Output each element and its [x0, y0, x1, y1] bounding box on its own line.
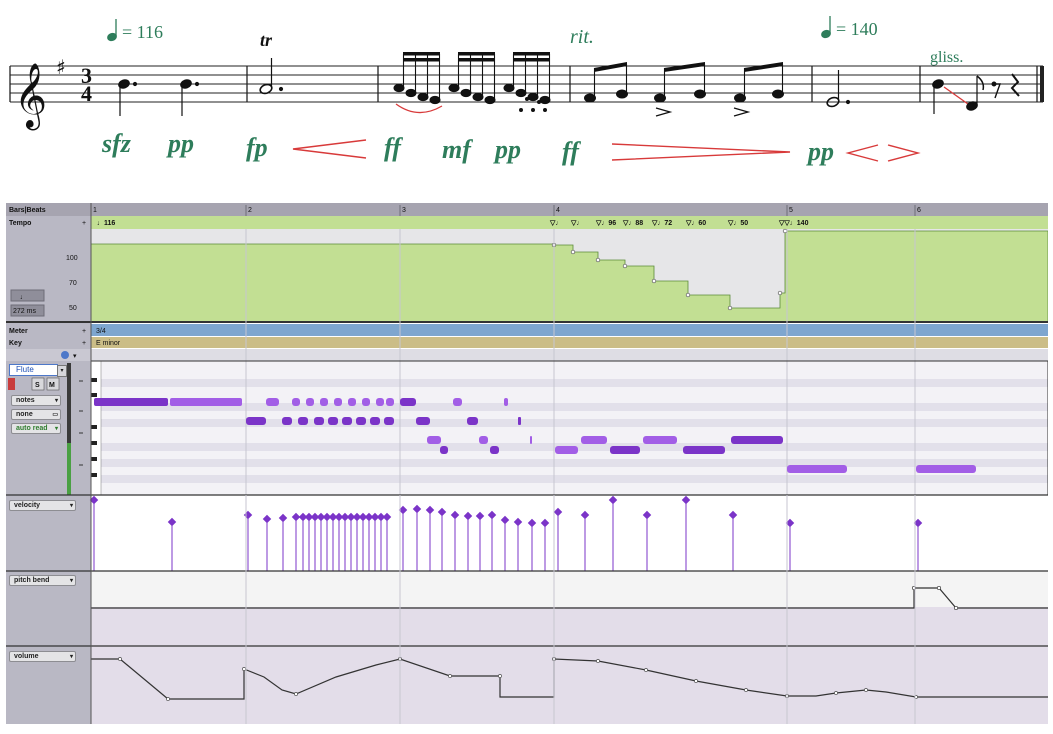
sharp-icon: ♯ — [56, 55, 66, 79]
track-name-field[interactable]: Flute ▾ — [9, 364, 67, 377]
solo-label: S — [35, 382, 40, 389]
crescendo-hairpin-2 — [845, 144, 879, 162]
key-track-label: Key — [9, 340, 22, 347]
add-meter-icon[interactable]: + — [82, 328, 86, 335]
automation-mode-label: auto read — [16, 425, 48, 432]
lane-icon: ▭ — [52, 412, 58, 418]
tempo-event-140[interactable]: ▽▽♩140 — [778, 220, 809, 227]
crescendo-hairpin-1 — [292, 139, 367, 159]
bar-label-3: 3 — [402, 207, 406, 214]
volume-lane-label: volume — [14, 653, 39, 660]
chevron-down-icon: ▾ — [54, 426, 58, 432]
pitch-bend-lane-selector[interactable]: pitch bend ▾ — [9, 575, 76, 586]
tempo-event-116[interactable]: ♩116 — [97, 220, 115, 227]
tempo-axis-50: 50 — [69, 305, 77, 312]
bar-label-6: 6 — [917, 207, 921, 214]
chevron-down-icon: ▾ — [69, 503, 73, 509]
tempo-event-2[interactable]: ▽♩ — [549, 220, 562, 227]
add-key-icon[interactable]: + — [82, 340, 86, 347]
tempo-mark-116: = 116 — [107, 19, 163, 42]
automation-selector-label: none — [16, 411, 33, 418]
chevron-down-icon: ▾ — [69, 654, 73, 660]
measure-2-notes — [259, 58, 284, 95]
bars-beats-ruler[interactable] — [6, 203, 1048, 216]
chevron-down-icon: ▾ — [69, 578, 73, 584]
bar-label-5: 5 — [789, 207, 793, 214]
add-tempo-icon[interactable]: + — [82, 220, 86, 227]
daw-editor: Bars|Beats 1 2 3 4 5 6 Tempo + ♩116 ▽♩ ▽… — [6, 203, 1048, 724]
resolution-label: 272 ms — [13, 308, 36, 315]
menu-chevron-icon[interactable]: ▾ — [73, 353, 77, 360]
ritardando-mark: rit. — [570, 26, 594, 48]
velocity-lane-label: velocity — [14, 502, 41, 509]
meter-value: 3/4 — [96, 328, 106, 335]
tempo-event-88[interactable]: ▽♩88 — [622, 220, 643, 227]
music-score: 𝄞 ♯ 3 4 = 116 = 140 tr rit. gliss. sfz p… — [9, 16, 1044, 166]
chevron-down-icon: ▾ — [57, 365, 67, 377]
note-value-selector-label: ♩ — [20, 294, 27, 301]
tempo-axis-100: 100 — [66, 255, 78, 262]
diminuendo-hairpin — [611, 143, 791, 161]
meter-track[interactable] — [6, 324, 1048, 336]
dynamic-mf: mf — [442, 135, 473, 164]
velocity-lane-selector[interactable]: velocity ▾ — [9, 500, 76, 511]
tempo-mark-140: = 140 — [821, 16, 878, 39]
key-value: E minor — [96, 340, 121, 347]
dynamics: sfz pp fp ff mf pp ff pp — [101, 129, 834, 166]
tempo-event-96[interactable]: ▽♩96 — [595, 220, 616, 227]
ruler-title: Bars|Beats — [9, 207, 46, 214]
glissando-mark: gliss. — [930, 49, 963, 66]
mute-label: M — [49, 382, 55, 389]
trill-mark: tr — [260, 30, 273, 50]
pitch-bend-lane-label: pitch bend — [14, 577, 50, 584]
tempo-event-60[interactable]: ▽♩60 — [685, 220, 706, 227]
time-signature-bottom: 4 — [81, 81, 92, 106]
tempo-event-50[interactable]: ▽♩50 — [727, 220, 748, 227]
dynamic-sfz: sfz — [101, 129, 132, 158]
tempo-graph[interactable] — [90, 230, 1048, 323]
chevron-down-icon: ▾ — [54, 398, 58, 404]
measure-6-notes — [932, 73, 1020, 114]
record-button[interactable] — [8, 378, 15, 390]
tempo-axis-70: 70 — [69, 280, 77, 287]
bar-label-1: 1 — [93, 207, 97, 214]
note-value-selector[interactable] — [10, 289, 45, 302]
tempo-event-72[interactable]: ▽♩72 — [651, 220, 672, 227]
diminuendo-hairpin-2 — [887, 144, 921, 162]
volume-lane-selector[interactable]: volume ▾ — [9, 651, 76, 662]
dynamic-fp: fp — [246, 133, 268, 162]
tempo-140-text: = 140 — [836, 19, 878, 39]
info-icon[interactable] — [61, 351, 69, 359]
measure-3-notes — [393, 52, 551, 114]
dynamic-pp-2: pp — [493, 135, 521, 164]
treble-clef-icon: 𝄞 — [14, 63, 47, 130]
bar-label-2: 2 — [248, 207, 252, 214]
track-name-text: Flute — [16, 365, 34, 374]
automation-selector[interactable]: none ▭ — [11, 409, 61, 420]
measure-4-notes — [584, 62, 784, 117]
tempo-track-label: Tempo — [9, 220, 31, 227]
bar-label-4: 4 — [556, 207, 560, 214]
dynamic-ff-1: ff — [384, 133, 403, 162]
dynamic-pp-1: pp — [166, 129, 194, 158]
view-selector-label: notes — [16, 397, 35, 404]
key-track[interactable] — [6, 337, 1048, 348]
automation-mode-selector[interactable]: auto read ▾ — [11, 423, 61, 434]
tempo-event-3[interactable]: ▽♩ — [570, 220, 583, 227]
meter-track-label: Meter — [9, 328, 28, 335]
dynamic-ff-2: ff — [562, 137, 581, 166]
view-selector[interactable]: notes ▾ — [11, 395, 61, 406]
dynamic-pp-3: pp — [806, 137, 834, 166]
tempo-116-text: = 116 — [122, 22, 163, 42]
staff-lines — [10, 65, 1043, 103]
